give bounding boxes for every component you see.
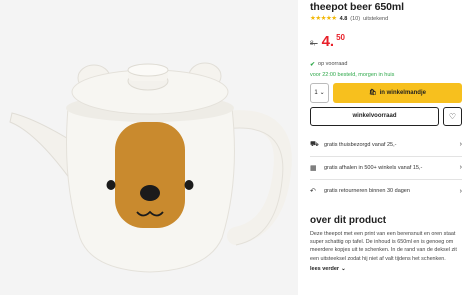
delivery-info: voor 22:00 besteld, morgen in huis (310, 71, 395, 78)
rating-label: uitstekend (363, 16, 389, 23)
favorite-button[interactable]: ♡ (443, 106, 462, 126)
chevron-down-icon: ⌄ (319, 90, 325, 96)
rating[interactable]: ★★★★★ 4.8 (10) uitstekend (310, 15, 462, 23)
teapot-bear-image (9, 62, 292, 273)
read-more-link[interactable]: lees verder ⌄ (310, 266, 462, 272)
add-to-cart-label: in winkelmandje (379, 89, 426, 96)
product-page: theepot beer 650ml ★★★★★ 4.8 (10) uitste… (0, 0, 475, 295)
current-price-cents: 50 (336, 32, 346, 42)
buy-row: 1 ⌄ 🛍 in winkelmandje (310, 82, 462, 103)
star-icons: ★★★★★ (310, 15, 337, 22)
store-icon: ▦ (310, 164, 317, 172)
perk-item-returns[interactable]: ↶ gratis retourneren binnen 30 dagen › (310, 180, 462, 203)
perk-item-pickup[interactable]: ▦ gratis afhalen in 500+ winkels vanaf 1… (310, 157, 462, 180)
add-to-cart-button[interactable]: 🛍 in winkelmandje (333, 82, 462, 103)
heart-icon: ♡ (448, 111, 457, 121)
chevron-right-icon: › (459, 164, 462, 171)
rating-score: 4.8 (339, 16, 348, 23)
return-icon: ↶ (310, 188, 316, 195)
chevron-down-icon: ⌄ (341, 266, 346, 272)
truck-icon: ⛟ (310, 141, 319, 148)
review-count: (10) (350, 16, 361, 23)
old-price: 8,- (310, 39, 318, 47)
stock-label: op voorraad (318, 61, 348, 67)
perk-label: gratis afhalen in 500+ winkels vanaf 15,… (324, 164, 423, 171)
chevron-right-icon: › (459, 141, 462, 148)
perk-item-delivery[interactable]: ⛟ gratis thuisbezorgd vanaf 25,- › (310, 134, 462, 157)
quantity-value: 1 (314, 89, 318, 96)
product-info: theepot beer 650ml ★★★★★ 4.8 (10) uitste… (310, 0, 462, 272)
read-more-label: lees verder (310, 266, 340, 272)
store-row: winkelvoorraad ♡ (310, 106, 462, 126)
product-description: Deze theepot met een print van een beren… (310, 230, 457, 262)
product-image[interactable] (0, 0, 298, 295)
product-title: theepot beer 650ml (310, 1, 404, 13)
price: 8,- 4. 50 (310, 32, 462, 50)
quantity-select[interactable]: 1 ⌄ (310, 82, 329, 103)
current-price: 4. (321, 32, 335, 50)
check-icon: ✔ (310, 61, 316, 68)
about-title: over dit product (310, 214, 387, 226)
perk-label: gratis retourneren binnen 30 dagen (324, 188, 410, 194)
perk-label: gratis thuisbezorgd vanaf 25,- (324, 141, 397, 148)
chevron-right-icon: › (459, 187, 462, 195)
store-stock-button[interactable]: winkelvoorraad (310, 106, 439, 126)
stock-status: ✔ op voorraad (310, 61, 462, 68)
shopping-bag-icon: 🛍 (369, 90, 377, 96)
perks-list: ⛟ gratis thuisbezorgd vanaf 25,- › ▦ gra… (310, 134, 462, 203)
